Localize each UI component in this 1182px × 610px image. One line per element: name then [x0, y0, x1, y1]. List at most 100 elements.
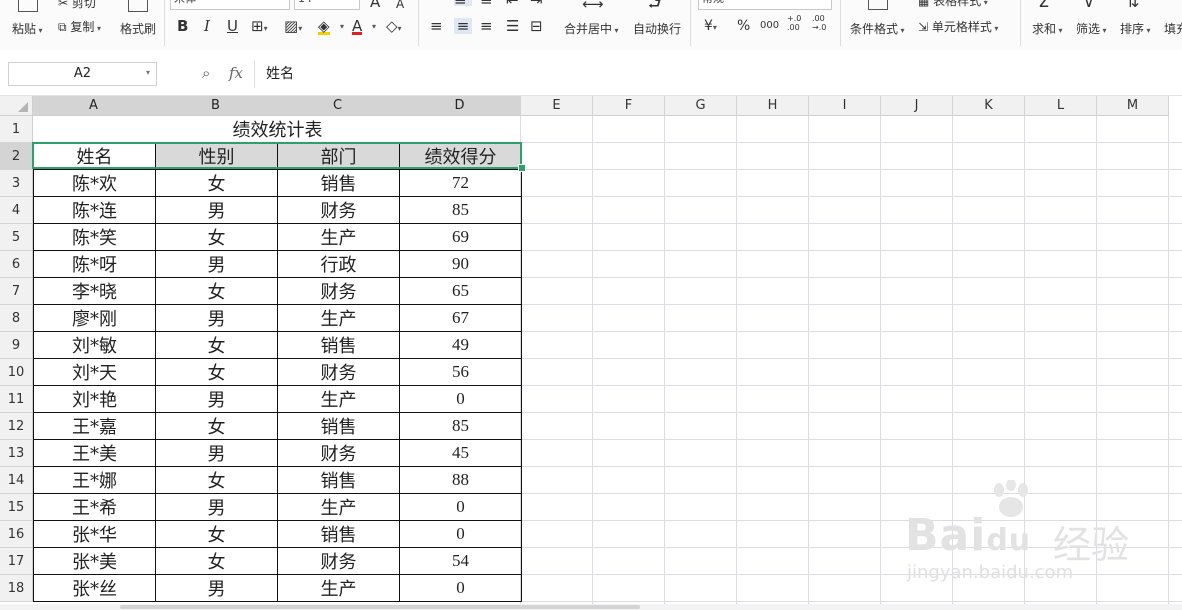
indent-icon[interactable]: ⇤	[506, 0, 519, 8]
table-cell[interactable]: 女	[155, 331, 278, 359]
format-painter-icon[interactable]	[128, 0, 148, 12]
table-cell[interactable]: 陈*呀	[33, 250, 156, 278]
table-cell[interactable]: 陈*笑	[33, 223, 156, 251]
align-right-icon[interactable]: ≡	[480, 18, 493, 34]
column-header-e[interactable]: E	[521, 96, 593, 116]
table-cell[interactable]: 财务	[277, 196, 400, 224]
table-cell[interactable]: 财务	[277, 358, 400, 386]
paste-icon[interactable]	[18, 0, 38, 12]
table-cell[interactable]: 刘*艳	[33, 385, 156, 413]
table-cell[interactable]: 张*丝	[33, 574, 156, 602]
table-cell[interactable]: 女	[155, 169, 278, 197]
row-header-9[interactable]: 9	[0, 332, 33, 359]
thousands-button[interactable]: 000	[760, 18, 779, 34]
sum-icon[interactable]: Σ	[1038, 0, 1049, 11]
table-cell[interactable]: 女	[155, 547, 278, 575]
table-cell[interactable]: 0	[399, 493, 522, 521]
table-cell[interactable]: 财务	[277, 439, 400, 467]
column-header-m[interactable]: M	[1097, 96, 1169, 116]
row-header-10[interactable]: 10	[0, 359, 33, 386]
table-cell[interactable]: 王*娜	[33, 466, 156, 494]
table-cell[interactable]: 85	[399, 412, 522, 440]
column-header-g[interactable]: G	[665, 96, 737, 116]
row-header-15[interactable]: 15	[0, 494, 33, 521]
eraser-icon[interactable]: ◇▾	[386, 18, 402, 37]
column-header-d[interactable]: D	[399, 96, 521, 116]
table-cell[interactable]: 56	[399, 358, 522, 386]
column-header-l[interactable]: L	[1025, 96, 1097, 116]
column-header-b[interactable]: B	[155, 96, 277, 116]
table-cell[interactable]: 女	[155, 358, 278, 386]
column-header-a[interactable]: A	[33, 96, 155, 116]
select-all-corner[interactable]	[0, 96, 33, 116]
table-cell[interactable]: 45	[399, 439, 522, 467]
table-cell[interactable]: 销售	[277, 169, 400, 197]
table-cell[interactable]: 生产	[277, 385, 400, 413]
table-cell[interactable]: 54	[399, 547, 522, 575]
table-cell[interactable]: 女	[155, 277, 278, 305]
row-header-18[interactable]: 18	[0, 575, 33, 602]
auto-wrap-button[interactable]: 自动换行	[633, 20, 681, 37]
table-cell[interactable]: 生产	[277, 223, 400, 251]
cut-button[interactable]: ✂ 剪切	[58, 0, 96, 11]
merge-center-button[interactable]: 合并居中 ▾	[564, 20, 619, 37]
horizontal-scroll-thumb[interactable]	[120, 605, 640, 609]
font-name-select[interactable]: 宋体	[170, 0, 290, 10]
row-header-3[interactable]: 3	[0, 170, 33, 197]
fill-pattern-icon[interactable]: ▨▾	[284, 18, 302, 37]
column-header-i[interactable]: I	[809, 96, 881, 116]
italic-button[interactable]: I	[204, 18, 210, 34]
column-header-c[interactable]: C	[277, 96, 399, 116]
formula-input[interactable]: 姓名	[266, 63, 294, 83]
font-color-dropdown[interactable]: ▾	[372, 22, 376, 31]
underline-button[interactable]: U	[227, 18, 238, 34]
distributed-icon[interactable]: ⊟	[530, 18, 543, 34]
table-cell[interactable]: 0	[399, 574, 522, 602]
justify-icon[interactable]: ☰	[506, 18, 519, 34]
row-header-12[interactable]: 12	[0, 413, 33, 440]
shrink-font-icon[interactable]: A	[396, 0, 404, 12]
column-header-k[interactable]: K	[953, 96, 1025, 116]
table-cell[interactable]: 88	[399, 466, 522, 494]
copy-button[interactable]: ⧉ 复制 ▾	[58, 18, 101, 35]
table-cell[interactable]: 49	[399, 331, 522, 359]
table-cell[interactable]: 0	[399, 385, 522, 413]
column-header-h[interactable]: H	[737, 96, 809, 116]
table-cell[interactable]: 陈*连	[33, 196, 156, 224]
row-header-2[interactable]: 2	[0, 143, 33, 170]
table-cell[interactable]: 财务	[277, 547, 400, 575]
zoom-lookup-icon[interactable]: ⌕	[202, 64, 210, 82]
table-cell[interactable]: 85	[399, 196, 522, 224]
sum-button[interactable]: 求和 ▾	[1032, 20, 1063, 37]
table-cell[interactable]: 男	[155, 196, 278, 224]
table-cell[interactable]: 90	[399, 250, 522, 278]
align-left-icon[interactable]: ≡	[430, 18, 443, 34]
column-header-f[interactable]: F	[593, 96, 665, 116]
filter-button[interactable]: 筛选 ▾	[1076, 20, 1107, 37]
align-center-icon[interactable]: ≡	[454, 18, 472, 34]
table-cell[interactable]: 男	[155, 250, 278, 278]
row-header-8[interactable]: 8	[0, 305, 33, 332]
font-size-select[interactable]: 14	[294, 0, 360, 10]
filter-icon[interactable]: ⊽	[1083, 0, 1095, 10]
table-cell[interactable]: 刘*天	[33, 358, 156, 386]
row-header-7[interactable]: 7	[0, 278, 33, 305]
cell-style-button[interactable]: ⇲ 单元格样式 ▾	[918, 18, 998, 35]
header-cell[interactable]: 部门	[277, 142, 400, 170]
table-cell[interactable]: 0	[399, 520, 522, 548]
table-cell[interactable]: 69	[399, 223, 522, 251]
table-cell[interactable]: 销售	[277, 466, 400, 494]
conditional-format-button[interactable]: 条件格式 ▾	[850, 20, 905, 37]
align-top-icon[interactable]: ≡	[454, 0, 472, 8]
header-cell[interactable]: 姓名	[33, 142, 156, 170]
table-cell[interactable]: 王*希	[33, 493, 156, 521]
row-header-1[interactable]: 1	[0, 116, 33, 143]
column-header-j[interactable]: J	[881, 96, 953, 116]
table-cell[interactable]: 张*华	[33, 520, 156, 548]
decrease-decimal-button[interactable]: .00 →.0	[812, 14, 832, 32]
row-header-16[interactable]: 16	[0, 521, 33, 548]
bold-button[interactable]: B	[177, 18, 188, 34]
table-cell[interactable]: 销售	[277, 331, 400, 359]
row-header-13[interactable]: 13	[0, 440, 33, 467]
merge-center-icon[interactable]: ⟷	[582, 0, 604, 12]
